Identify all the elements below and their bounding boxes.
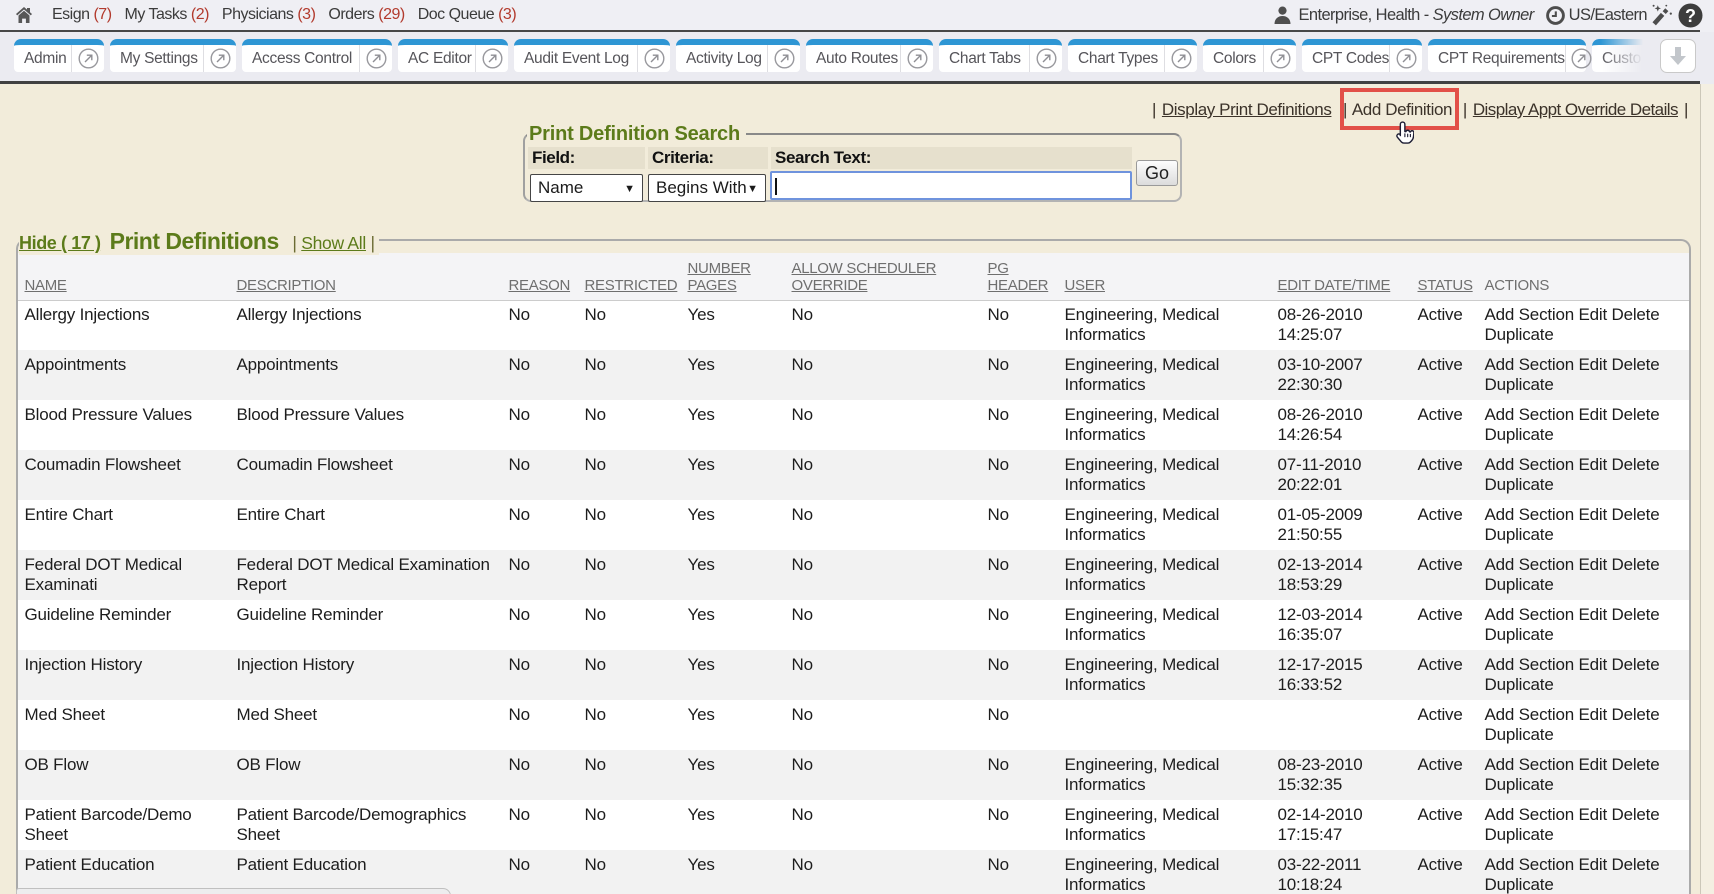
svg-text:?: ? bbox=[1685, 6, 1696, 26]
